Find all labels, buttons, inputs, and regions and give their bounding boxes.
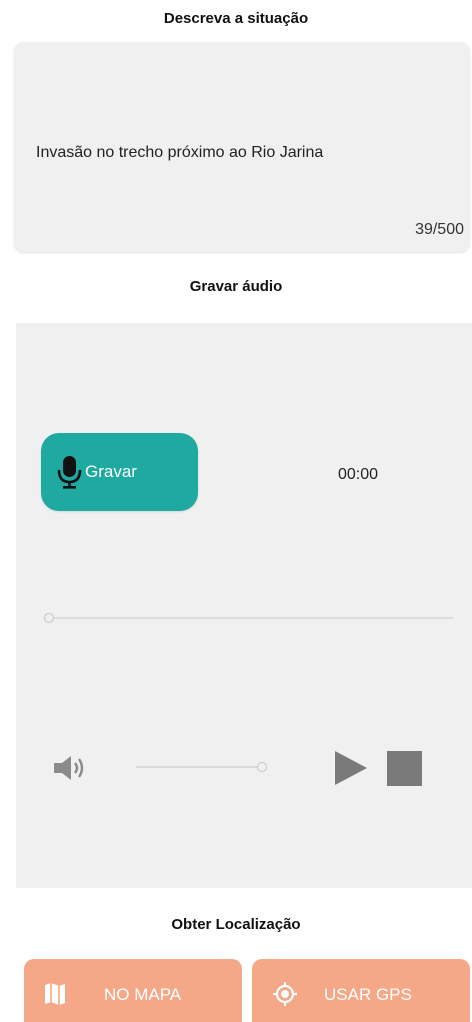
- volume-handle[interactable]: [257, 762, 267, 772]
- record-button[interactable]: Gravar: [41, 433, 198, 511]
- record-button-label: Gravar: [85, 462, 137, 481]
- volume-icon[interactable]: [52, 753, 92, 783]
- description-title: Descreva a situação: [163, 10, 309, 27]
- character-counter: 39/500: [415, 221, 464, 238]
- description-textarea[interactable]: Invasão no trecho próximo ao Rio Jarina …: [14, 42, 470, 252]
- map-icon: [45, 983, 65, 1005]
- play-icon[interactable]: [334, 750, 368, 786]
- volume-track[interactable]: [136, 766, 262, 768]
- map-location-button[interactable]: NO MAPA: [24, 959, 242, 1022]
- map-button-label: NO MAPA: [104, 985, 182, 1004]
- gps-location-button[interactable]: USAR GPS: [252, 959, 470, 1022]
- description-text: Invasão no trecho próximo ao Rio Jarina: [36, 144, 324, 161]
- report-screen: Descreva a situação Invasão no trecho pr…: [0, 0, 472, 1022]
- playback-seek-track[interactable]: [49, 617, 453, 619]
- audio-title: Gravar áudio: [189, 278, 283, 295]
- gps-icon: [273, 982, 297, 1006]
- recording-timer: 00:00: [338, 466, 379, 483]
- gps-button-label: USAR GPS: [324, 985, 412, 1004]
- stop-icon[interactable]: [387, 751, 422, 786]
- audio-recorder-panel: Gravar 00:00: [16, 323, 472, 888]
- mic-icon: [57, 456, 82, 489]
- playback-seek-handle[interactable]: [44, 613, 54, 623]
- location-title: Obter Localização: [171, 916, 301, 933]
